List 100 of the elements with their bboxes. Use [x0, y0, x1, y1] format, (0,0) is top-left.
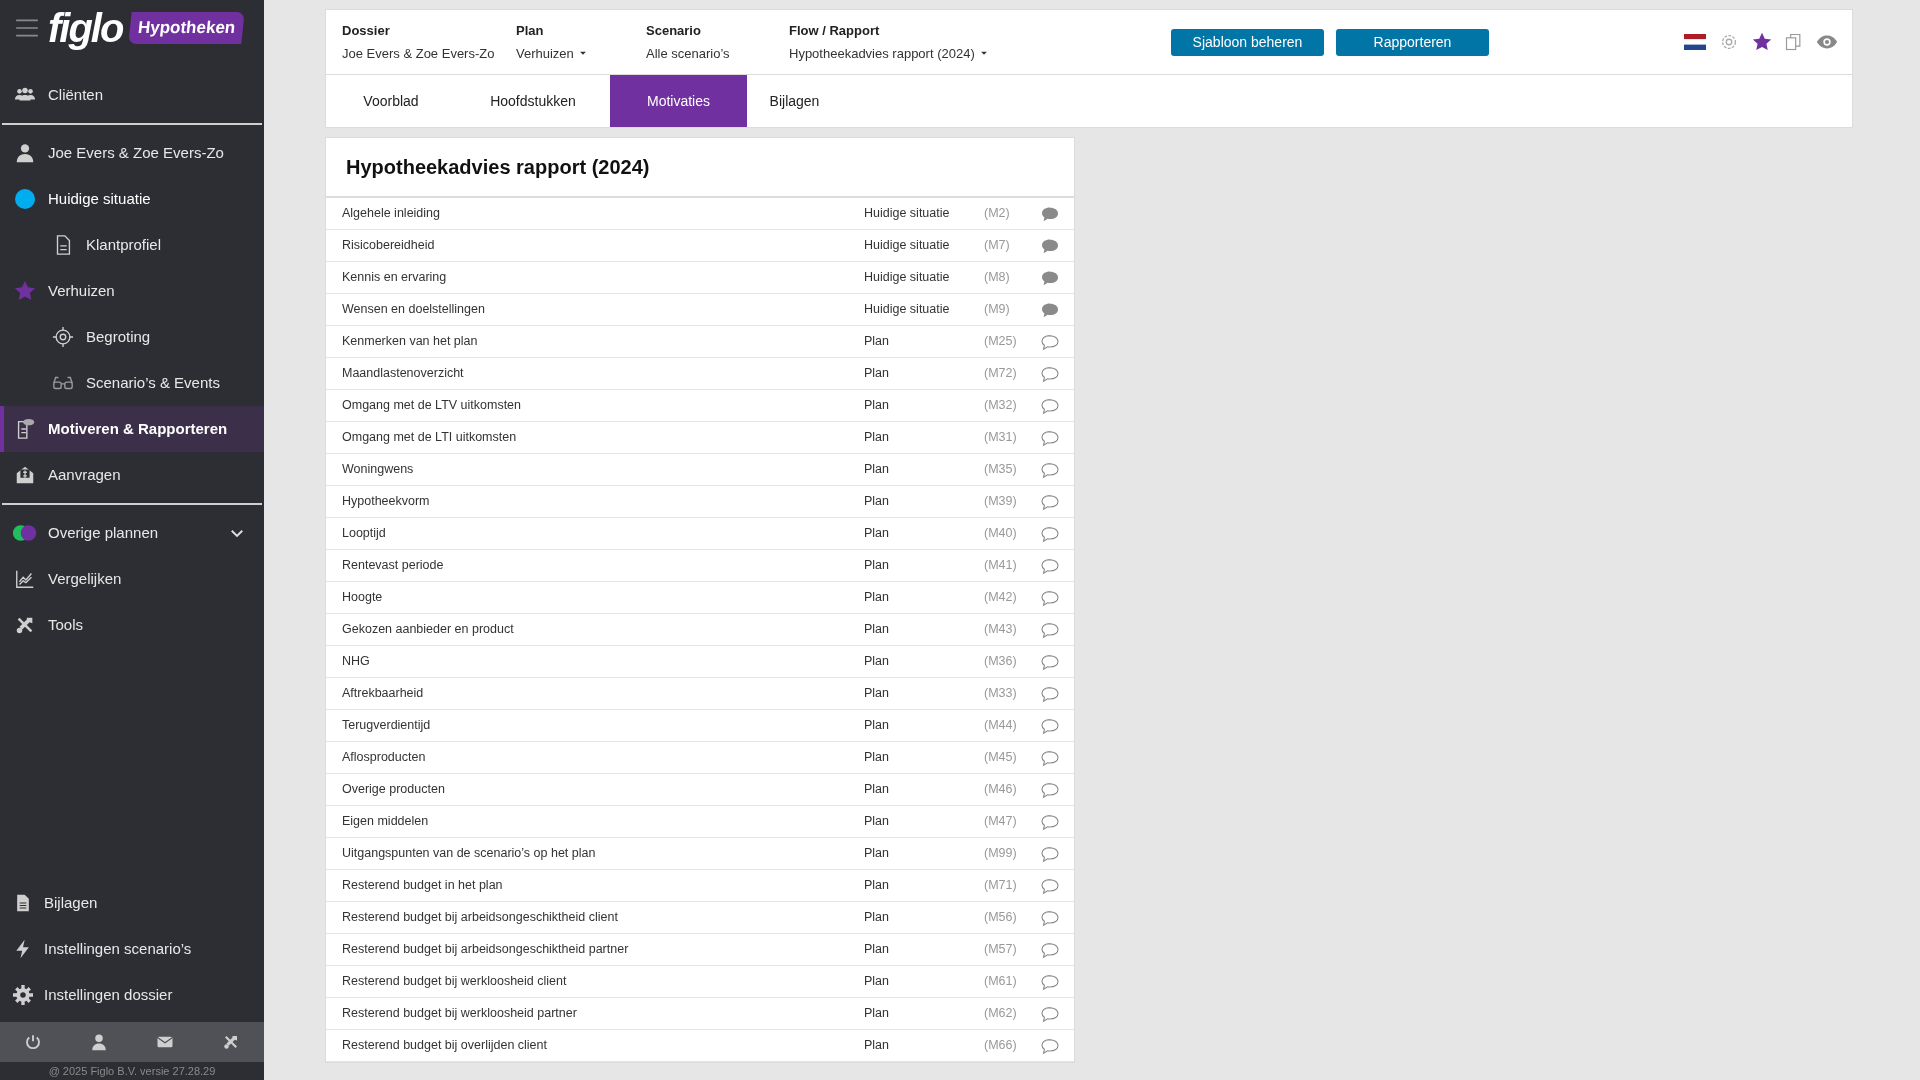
tools-icon[interactable] [222, 1033, 240, 1051]
comment-icon[interactable] [1040, 717, 1060, 734]
user-icon[interactable] [90, 1033, 108, 1051]
comment-icon[interactable] [1040, 589, 1060, 606]
motivation-row[interactable]: Hypotheekvorm Plan (M39) [326, 486, 1074, 518]
motivation-row[interactable]: Aftrekbaarheid Plan (M33) [326, 678, 1074, 710]
motivation-row[interactable]: Terugverdientijd Plan (M44) [326, 710, 1074, 742]
sidebar-item[interactable]: Cliënten [0, 72, 264, 118]
comment-icon[interactable] [1040, 205, 1060, 222]
comment-icon[interactable] [1040, 237, 1060, 254]
comment-icon[interactable] [1040, 621, 1060, 638]
power-icon[interactable] [24, 1033, 42, 1051]
sidebar-item[interactable]: Vergelijken [0, 556, 264, 602]
motivation-row[interactable]: Eigen middelen Plan (M47) [326, 806, 1074, 838]
motivation-row[interactable]: Omgang met de LTV uitkomsten Plan (M32) [326, 390, 1074, 422]
sidebar-item[interactable]: Instellingen dossier [0, 972, 264, 1018]
comment-icon[interactable] [1040, 429, 1060, 446]
sidebar-item[interactable]: Aanvragen [0, 452, 264, 498]
motivation-row[interactable]: Risicobereidheid Huidige situatie (M7) [326, 230, 1074, 262]
comment-icon[interactable] [1040, 1037, 1060, 1054]
star-icon[interactable] [1752, 32, 1772, 52]
person-icon [14, 142, 36, 164]
comment-icon[interactable] [1040, 1005, 1060, 1022]
section-label: Plan [864, 589, 891, 607]
field-label: Dossier [342, 22, 391, 40]
motivation-row[interactable]: Resterend budget in het plan Plan (M71) [326, 870, 1074, 902]
motivation-code: (M2) [984, 205, 1011, 223]
motivation-row[interactable]: NHG Plan (M36) [326, 646, 1074, 678]
motivation-row[interactable]: Resterend budget bij arbeidsongeschiktheid client Plan (M56) [326, 902, 1074, 934]
section-label: Plan [864, 941, 891, 959]
tab[interactable]: Hoofdstukken [456, 75, 610, 127]
motivation-row[interactable]: Resterend budget bij overlijden client Plan (M66) [326, 1030, 1074, 1062]
motivation-row[interactable]: Uitgangspunten van de scenario’s op het plan Plan (M99) [326, 838, 1074, 870]
tab[interactable]: Voorblad [326, 75, 456, 127]
sidebar-item[interactable]: Huidige situatie [0, 176, 264, 222]
dropdown[interactable]: Hypotheekadvies rapport (2024) [789, 43, 989, 63]
action-button[interactable]: Sjabloon beheren [1171, 28, 1324, 56]
section-label: Plan [864, 781, 891, 799]
motivation-row[interactable]: Kenmerken van het plan Plan (M25) [326, 326, 1074, 358]
comment-icon[interactable] [1040, 813, 1060, 830]
comment-icon[interactable] [1040, 525, 1060, 542]
comment-icon[interactable] [1040, 269, 1060, 286]
motivation-code: (M44) [984, 717, 1018, 735]
comment-icon[interactable] [1040, 653, 1060, 670]
motivation-row[interactable]: Hoogte Plan (M42) [326, 582, 1074, 614]
comment-icon[interactable] [1040, 333, 1060, 350]
comment-icon[interactable] [1040, 909, 1060, 926]
dropdown[interactable]: Verhuizen [516, 43, 588, 63]
motivation-row[interactable]: Looptijd Plan (M40) [326, 518, 1074, 550]
section-label: Plan [864, 877, 891, 895]
sidebar-item[interactable]: Begroting [0, 314, 264, 360]
tab[interactable]: Motivaties [610, 75, 747, 127]
flag-icon[interactable] [1684, 34, 1706, 50]
motivation-row[interactable]: Overige producten Plan (M46) [326, 774, 1074, 806]
section-label: Huidige situatie [864, 205, 951, 223]
motivation-row[interactable]: Resterend budget bij werkloosheid partner Plan (M62) [326, 998, 1074, 1030]
sidebar-item[interactable]: Tools [0, 602, 264, 648]
motivation-row[interactable]: Algehele inleiding Huidige situatie (M2) [326, 198, 1074, 230]
sidebar-item[interactable]: Motiveren & Rapporteren [0, 406, 264, 452]
sidebar-item[interactable]: Verhuizen [0, 268, 264, 314]
action-button[interactable]: Rapporteren [1336, 28, 1489, 56]
motivation-row[interactable]: Resterend budget bij werkloosheid client Plan (M61) [326, 966, 1074, 998]
motivation-code: (M61) [984, 973, 1018, 991]
comment-icon[interactable] [1040, 973, 1060, 990]
comment-icon[interactable] [1040, 877, 1060, 894]
comment-icon[interactable] [1040, 301, 1060, 318]
motivation-row[interactable]: Aflosproducten Plan (M45) [326, 742, 1074, 774]
comment-icon[interactable] [1040, 557, 1060, 574]
sidebar-item[interactable]: Joe Evers & Zoe Evers-Zo [0, 130, 264, 176]
crosshair-icon [52, 326, 74, 348]
motivation-code: (M99) [984, 845, 1018, 863]
tab[interactable]: Bijlagen [747, 75, 842, 127]
comment-icon[interactable] [1040, 397, 1060, 414]
sidebar-item[interactable]: Bijlagen [0, 880, 264, 926]
motivation-row[interactable]: Omgang met de LTI uitkomsten Plan (M31) [326, 422, 1074, 454]
comment-icon[interactable] [1040, 365, 1060, 382]
motivation-title: Hypotheekvorm [342, 493, 431, 511]
comment-icon[interactable] [1040, 461, 1060, 478]
sidebar-item[interactable]: Klantprofiel [0, 222, 264, 268]
motivation-code: (M32) [984, 397, 1018, 415]
comment-icon[interactable] [1040, 749, 1060, 766]
motivation-row[interactable]: Kennis en ervaring Huidige situatie (M8) [326, 262, 1074, 294]
motivation-row[interactable]: Maandlastenoverzicht Plan (M72) [326, 358, 1074, 390]
motivation-title: NHG [342, 653, 371, 671]
comment-icon[interactable] [1040, 941, 1060, 958]
section-label: Plan [864, 973, 891, 991]
sidebar-item[interactable]: Instellingen scenario’s [0, 926, 264, 972]
motivation-title: Rentevast periode [342, 557, 445, 575]
comment-icon[interactable] [1040, 781, 1060, 798]
sidebar-item[interactable]: Scenario’s & Events [0, 360, 264, 406]
comment-icon[interactable] [1040, 685, 1060, 702]
sidebar-item[interactable]: Overige plannen [0, 510, 264, 556]
comment-icon[interactable] [1040, 493, 1060, 510]
motivation-row[interactable]: Gekozen aanbieder en product Plan (M43) [326, 614, 1074, 646]
motivation-row[interactable]: Resterend budget bij arbeidsongeschiktheid partner Plan (M57) [326, 934, 1074, 966]
motivation-title: Omgang met de LTV uitkomsten [342, 397, 523, 415]
motivation-row[interactable]: Rentevast periode Plan (M41) [326, 550, 1074, 582]
comment-icon[interactable] [1040, 845, 1060, 862]
motivation-row[interactable]: Woningwens Plan (M35) [326, 454, 1074, 486]
motivation-row[interactable]: Wensen en doelstellingen Huidige situatie (M9) [326, 294, 1074, 326]
